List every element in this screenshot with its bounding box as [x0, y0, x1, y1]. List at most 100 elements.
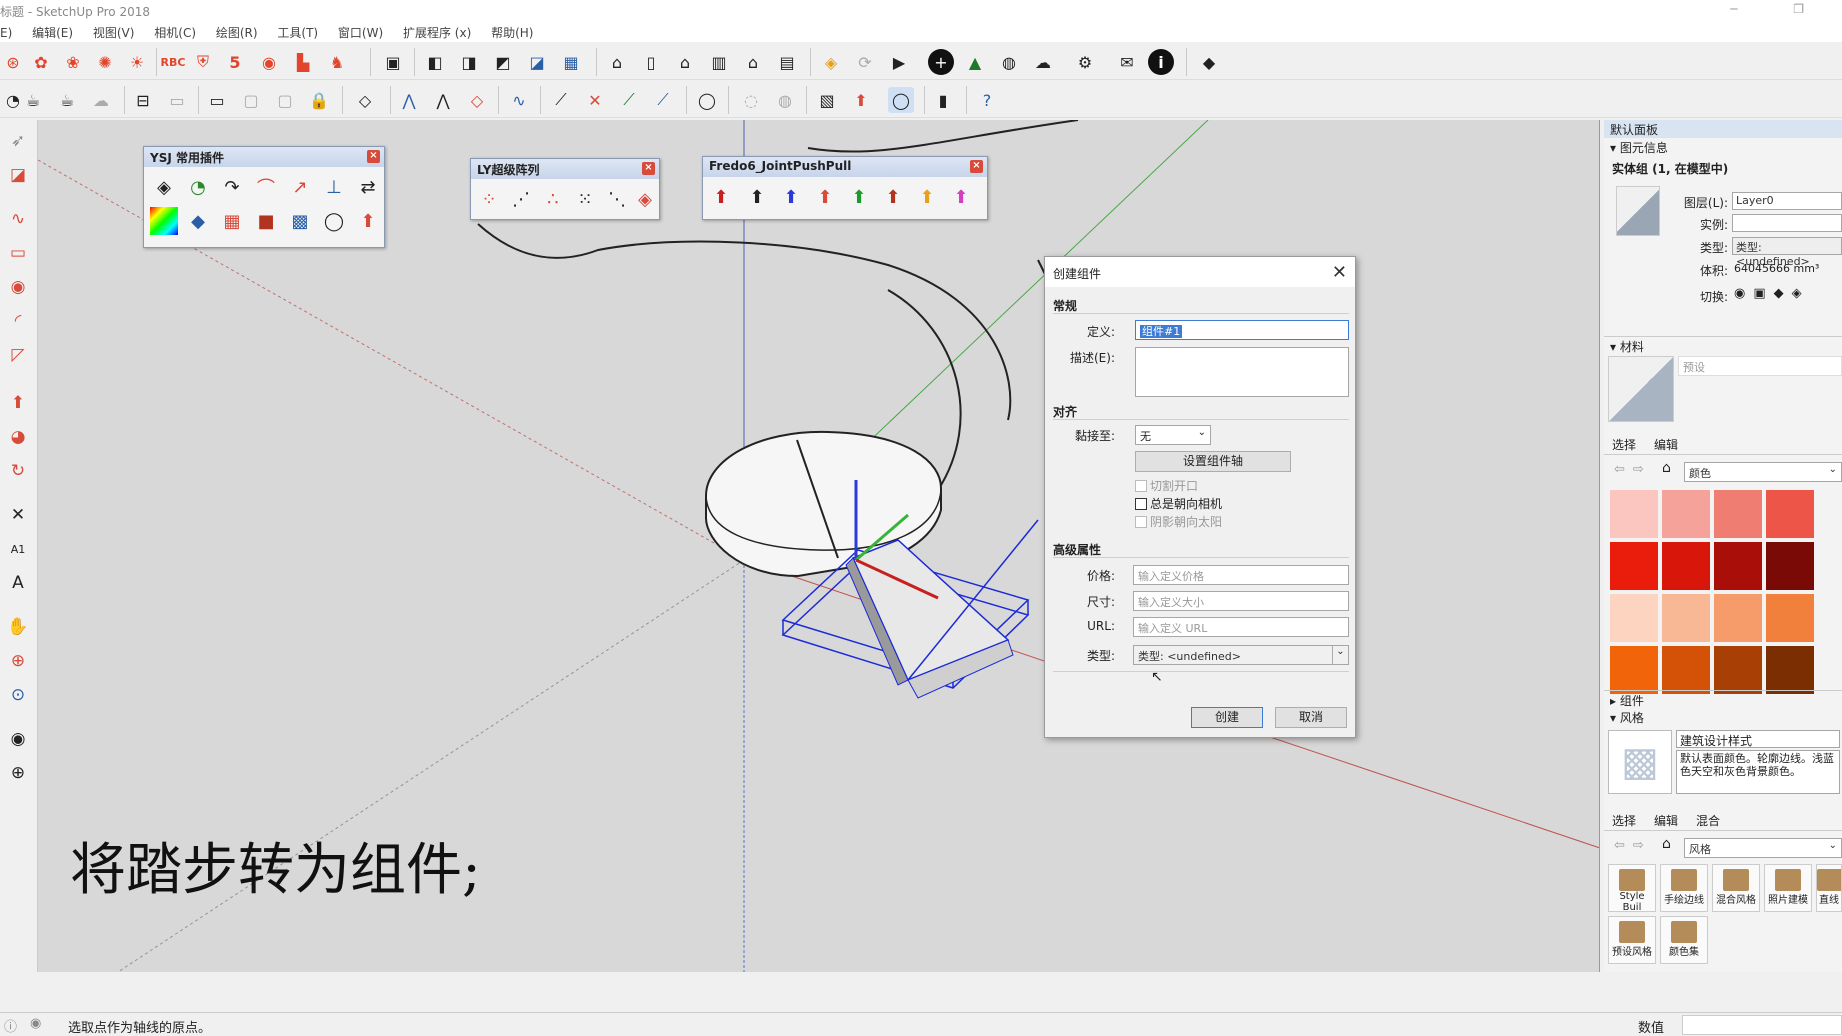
round-cube-icon[interactable]: ◯	[320, 207, 348, 235]
price-input[interactable]: 输入定义价格	[1133, 565, 1349, 585]
render-icon[interactable]: ◯	[888, 87, 914, 113]
select-icon[interactable]: ➶	[5, 128, 31, 154]
split-grid-icon[interactable]: ▩	[286, 207, 314, 235]
circle-array-icon[interactable]: ⁘	[475, 185, 503, 213]
material-swatch[interactable]	[1610, 594, 1658, 642]
solid-subtract-icon[interactable]: ◍	[772, 87, 798, 113]
materials-tab-edit[interactable]: 编辑	[1654, 436, 1678, 453]
shadow-receive-icon[interactable]: ◈	[1792, 286, 1810, 301]
style-nav-arrows-icon[interactable]: ⇦⇨	[1614, 838, 1652, 853]
shield-icon[interactable]: ⛨	[190, 49, 216, 75]
mail-icon[interactable]: ✉	[1114, 49, 1140, 75]
material-swatch[interactable]	[1610, 542, 1658, 590]
close-icon[interactable]: ×	[367, 150, 380, 163]
close-icon[interactable]: ×	[970, 160, 983, 173]
position-camera-icon[interactable]: ⊕	[5, 760, 31, 786]
su-icon[interactable]: ◆	[184, 207, 212, 235]
material-swatch[interactable]	[1714, 542, 1762, 590]
materials-tab-select[interactable]: 选择	[1612, 436, 1636, 453]
roof-outline-icon[interactable]: ⋀	[430, 87, 456, 113]
close-icon[interactable]: ×	[642, 162, 655, 175]
gear-icon[interactable]: ⚙	[1072, 49, 1098, 75]
toggle-icons[interactable]: ◉▣◆◈	[1734, 286, 1810, 301]
plugin-icon[interactable]: ✺	[92, 49, 118, 75]
styles-tab-edit[interactable]: 编辑	[1654, 812, 1678, 829]
push-pull-icon[interactable]: ⬆	[848, 87, 874, 113]
info-status-icon[interactable]: ⓘ	[4, 1016, 17, 1035]
layer-select[interactable]: Layer0	[1732, 192, 1842, 210]
text-icon[interactable]: A1	[5, 536, 31, 562]
lightbulb-icon[interactable]: ☀	[124, 49, 150, 75]
styles-tab-mix[interactable]: 混合	[1696, 812, 1720, 829]
view-top-icon[interactable]: ◨	[456, 49, 482, 75]
style-item[interactable]: 直线	[1816, 864, 1842, 912]
view-iso-icon[interactable]: ◧	[422, 49, 448, 75]
material-swatch[interactable]	[1714, 490, 1762, 538]
window-frame-icon[interactable]: ▭	[204, 87, 230, 113]
info-icon[interactable]: i	[1148, 49, 1174, 75]
material-swatch[interactable]	[1662, 594, 1710, 642]
material-swatch[interactable]	[1766, 542, 1814, 590]
teapot-hand-icon[interactable]: ☕	[54, 87, 80, 113]
grid-cube-icon[interactable]: ▦	[218, 207, 246, 235]
circle-icon[interactable]: ◉	[5, 274, 31, 300]
section-display-icon[interactable]: ▭	[164, 87, 190, 113]
red-cube-icon[interactable]: ■	[252, 207, 280, 235]
gradient-icon[interactable]	[150, 207, 178, 235]
extension-icon[interactable]: ◈	[818, 49, 844, 75]
plugin-icon[interactable]: 5	[222, 49, 248, 75]
eraser-icon[interactable]: ◪	[5, 162, 31, 188]
freehand-icon[interactable]: ∿	[5, 206, 31, 232]
solid-union-icon[interactable]: ◌	[738, 87, 764, 113]
line-tool-icon[interactable]: ⟋	[548, 87, 574, 113]
pan-icon[interactable]: ✋	[5, 614, 31, 640]
cloud-upload-icon[interactable]: ☁	[1030, 49, 1056, 75]
style-description[interactable]: 默认表面颜色。轮廓边线。浅蓝色天空和灰色背景颜色。	[1676, 750, 1840, 794]
elephant-icon[interactable]: ♞	[324, 49, 350, 75]
rbc-icon[interactable]: RBC	[160, 49, 186, 75]
view-back-icon[interactable]: ▦	[558, 49, 584, 75]
definition-input[interactable]: 组件#1	[1135, 320, 1349, 340]
stairs-icon[interactable]: ▙	[290, 49, 316, 75]
type-select[interactable]: 类型: <undefined> ⌄	[1133, 645, 1349, 665]
shadow-icon[interactable]: ◆	[1774, 286, 1792, 301]
vector-push-pull-icon[interactable]: ⬆	[743, 183, 771, 211]
cube-array-icon[interactable]: ◈	[631, 185, 659, 213]
user-icon[interactable]: ◉	[30, 1016, 41, 1031]
building-icon[interactable]: ▥	[706, 49, 732, 75]
warehouse-icon[interactable]: ⌂	[604, 49, 630, 75]
styles-header[interactable]: ▾ 风格	[1604, 708, 1842, 726]
add-icon[interactable]: +	[928, 49, 954, 75]
material-swatch[interactable]	[1662, 542, 1710, 590]
home-icon[interactable]: ⌂	[1662, 836, 1671, 852]
joint-push-pull-n-icon[interactable]: ⬆	[879, 183, 907, 211]
styles-tab-select[interactable]: 选择	[1612, 812, 1636, 829]
line-x-icon[interactable]: ✕	[582, 87, 608, 113]
close-icon[interactable]: ✕	[1332, 262, 1347, 283]
paint-icon[interactable]: ◔	[184, 173, 212, 201]
material-swatch[interactable]	[1714, 646, 1762, 694]
component-icon[interactable]: ▣	[380, 49, 406, 75]
tape-measure-icon[interactable]: ✕	[5, 502, 31, 528]
material-swatch[interactable]	[1662, 490, 1710, 538]
shell-icon[interactable]: ◈	[150, 173, 178, 201]
set-component-axes-button[interactable]: 设置组件轴	[1135, 451, 1291, 472]
glue-select[interactable]: 无 ⌄	[1135, 425, 1211, 445]
3d-text-icon[interactable]: A	[5, 570, 31, 596]
style-item[interactable]: 颜色集	[1660, 916, 1708, 964]
material-swatch[interactable]	[1766, 646, 1814, 694]
type-select[interactable]: 类型: <undefined>	[1732, 237, 1842, 268]
material-swatch[interactable]	[1766, 594, 1814, 642]
tree-icon[interactable]: ▲	[962, 49, 988, 75]
follow-me-icon[interactable]: ◕	[5, 424, 31, 450]
arrow-split-icon[interactable]: ⇄	[354, 173, 382, 201]
zoom-extents-icon[interactable]: ⊙	[5, 682, 31, 708]
home-icon[interactable]: ⌂	[1662, 460, 1671, 476]
refresh-icon[interactable]: ⟳	[852, 49, 878, 75]
line-array-icon[interactable]: ⋰	[507, 185, 535, 213]
path-array-icon[interactable]: ⁙	[571, 185, 599, 213]
section-plane-icon[interactable]: ⊟	[130, 87, 156, 113]
house-icon[interactable]: ⌂	[672, 49, 698, 75]
cube-icon[interactable]: ▧	[814, 87, 840, 113]
material-swatch[interactable]	[1766, 490, 1814, 538]
